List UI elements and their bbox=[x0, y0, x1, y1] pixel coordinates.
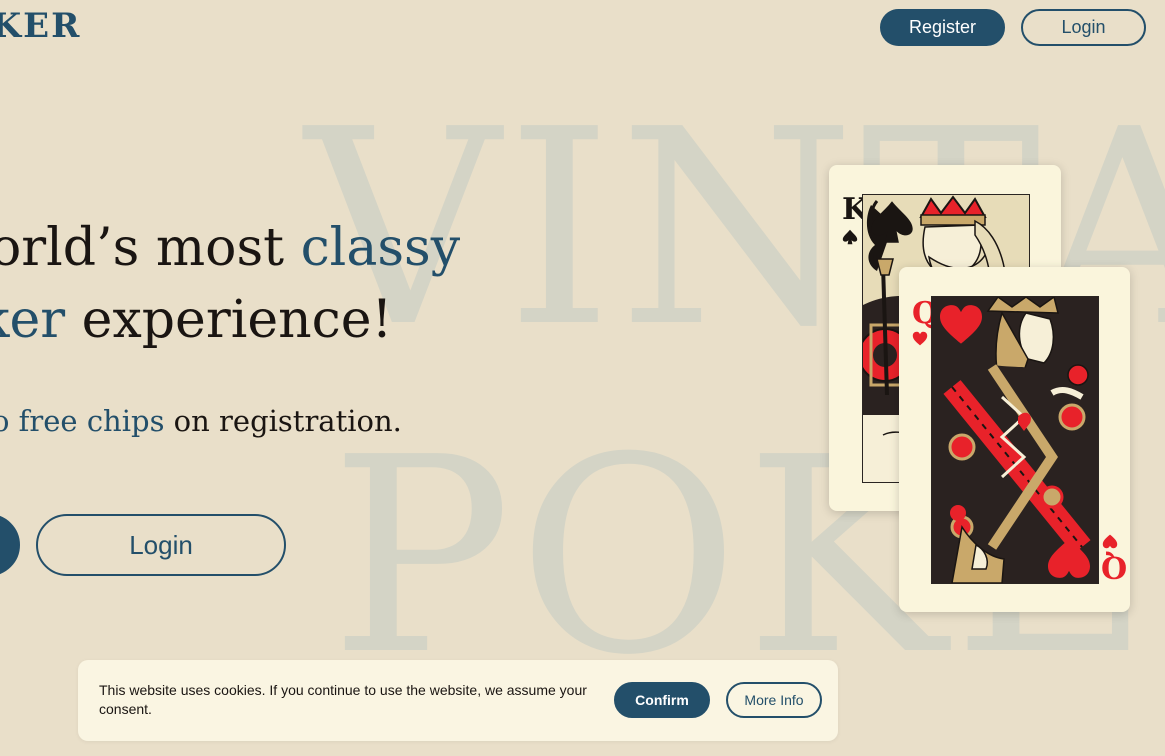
hero-headline-text: orld’s most bbox=[0, 218, 301, 278]
heart-icon-bottom bbox=[1048, 539, 1090, 578]
hero-sub-accent: o free chips bbox=[0, 404, 165, 438]
hero-subheading: o free chips on registration. bbox=[0, 404, 402, 438]
queen-rank-bottom: Q bbox=[1101, 549, 1128, 584]
hero-headline-line1: orld’s most classy bbox=[0, 218, 460, 278]
cookie-banner: This website uses cookies. If you contin… bbox=[78, 660, 838, 741]
queen-of-hearts-card: Q Q bbox=[899, 267, 1130, 612]
hero-headline-line2: ker experience! bbox=[0, 290, 392, 350]
hero-login-button[interactable]: Login bbox=[36, 514, 286, 576]
header-register-button[interactable]: Register bbox=[880, 9, 1005, 46]
hero-headline-text-2: experience! bbox=[65, 290, 393, 350]
site-logo[interactable]: OKER bbox=[0, 6, 81, 46]
heart-icon bbox=[940, 305, 982, 344]
cookie-message: This website uses cookies. If you contin… bbox=[99, 682, 587, 717]
small-spade-icon bbox=[842, 229, 858, 245]
hero-headline-accent: classy bbox=[300, 218, 461, 278]
hero-headline-accent-2: ker bbox=[0, 290, 66, 350]
header-login-button[interactable]: Login bbox=[1021, 9, 1146, 46]
page: VINTAG POKER OKER Register Login orld’s … bbox=[0, 0, 1165, 756]
small-heart-icon-bottom bbox=[1102, 534, 1118, 549]
hero-sub-text: on registration. bbox=[164, 404, 402, 438]
spade-icon bbox=[871, 201, 913, 243]
cookie-more-info-button[interactable]: More Info bbox=[726, 682, 822, 718]
small-heart-icon bbox=[912, 331, 928, 346]
cookie-confirm-button[interactable]: Confirm bbox=[614, 682, 710, 718]
